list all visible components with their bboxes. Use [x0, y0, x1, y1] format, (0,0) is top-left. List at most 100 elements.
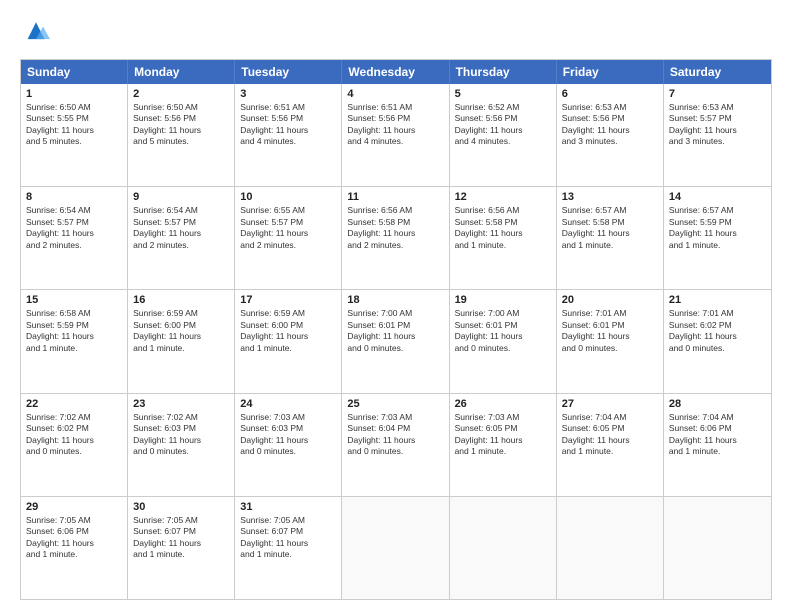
calendar-row-3: 15 Sunrise: 6:58 AMSunset: 5:59 PMDayligh…	[21, 289, 771, 392]
day-number: 11	[347, 191, 443, 203]
header-day-thursday: Thursday	[450, 60, 557, 84]
logo	[20, 16, 50, 49]
empty-cell-4-4	[450, 497, 557, 599]
day-info: Sunrise: 7:01 AMSunset: 6:02 PMDaylight:…	[669, 308, 766, 354]
logo-icon	[22, 16, 50, 44]
day-info: Sunrise: 6:54 AMSunset: 5:57 PMDaylight:…	[26, 205, 122, 251]
day-info: Sunrise: 7:05 AMSunset: 6:06 PMDaylight:…	[26, 515, 122, 561]
day-info: Sunrise: 6:53 AMSunset: 5:56 PMDaylight:…	[562, 102, 658, 148]
day-info: Sunrise: 6:58 AMSunset: 5:59 PMDaylight:…	[26, 308, 122, 354]
day-cell-14: 14 Sunrise: 6:57 AMSunset: 5:59 PMDayligh…	[664, 187, 771, 289]
day-cell-3: 3 Sunrise: 6:51 AMSunset: 5:56 PMDaylight…	[235, 84, 342, 186]
day-cell-8: 8Sunrise: 6:54 AMSunset: 5:57 PMDaylight…	[21, 187, 128, 289]
day-cell-18: 18 Sunrise: 7:00 AMSunset: 6:01 PMDayligh…	[342, 290, 449, 392]
day-info: Sunrise: 6:59 AMSunset: 6:00 PMDaylight:…	[240, 308, 336, 354]
day-cell-20: 20Sunrise: 7:01 AMSunset: 6:01 PMDayligh…	[557, 290, 664, 392]
day-info: Sunrise: 6:51 AMSunset: 5:56 PMDaylight:…	[347, 102, 443, 148]
day-number: 18	[347, 294, 443, 306]
day-number: 24	[240, 398, 336, 410]
header	[20, 16, 772, 49]
day-cell-19: 19 Sunrise: 7:00 AMSunset: 6:01 PMDayligh…	[450, 290, 557, 392]
day-info: Sunrise: 6:52 AMSunset: 5:56 PMDaylight:…	[455, 102, 551, 148]
calendar: SundayMondayTuesdayWednesdayThursdayFrid…	[20, 59, 772, 600]
day-info: Sunrise: 6:59 AMSunset: 6:00 PMDaylight:…	[133, 308, 229, 354]
day-cell-1: 1Sunrise: 6:50 AMSunset: 5:55 PMDaylight…	[21, 84, 128, 186]
day-cell-28: 28 Sunrise: 7:04 AMSunset: 6:06 PMDayligh…	[664, 394, 771, 496]
day-info: Sunrise: 6:51 AMSunset: 5:56 PMDaylight:…	[240, 102, 336, 148]
day-cell-31: 31Sunrise: 7:05 AMSunset: 6:07 PMDayligh…	[235, 497, 342, 599]
day-cell-21: 21 Sunrise: 7:01 AMSunset: 6:02 PMDayligh…	[664, 290, 771, 392]
day-info: Sunrise: 7:03 AMSunset: 6:04 PMDaylight:…	[347, 412, 443, 458]
day-cell-17: 17 Sunrise: 6:59 AMSunset: 6:00 PMDayligh…	[235, 290, 342, 392]
day-cell-23: 23Sunrise: 7:02 AMSunset: 6:03 PMDayligh…	[128, 394, 235, 496]
day-info: Sunrise: 7:00 AMSunset: 6:01 PMDaylight:…	[347, 308, 443, 354]
header-day-sunday: Sunday	[21, 60, 128, 84]
day-number: 21	[669, 294, 766, 306]
day-info: Sunrise: 6:54 AMSunset: 5:57 PMDaylight:…	[133, 205, 229, 251]
header-day-saturday: Saturday	[664, 60, 771, 84]
day-number: 27	[562, 398, 658, 410]
header-day-tuesday: Tuesday	[235, 60, 342, 84]
day-cell-5: 5 Sunrise: 6:52 AMSunset: 5:56 PMDaylight…	[450, 84, 557, 186]
day-info: Sunrise: 7:02 AMSunset: 6:03 PMDaylight:…	[133, 412, 229, 458]
day-info: Sunrise: 7:05 AMSunset: 6:07 PMDaylight:…	[240, 515, 336, 561]
day-cell-13: 13 Sunrise: 6:57 AMSunset: 5:58 PMDayligh…	[557, 187, 664, 289]
empty-cell-4-3	[342, 497, 449, 599]
day-cell-4: 4 Sunrise: 6:51 AMSunset: 5:56 PMDaylight…	[342, 84, 449, 186]
day-number: 25	[347, 398, 443, 410]
day-number: 26	[455, 398, 551, 410]
day-cell-22: 22Sunrise: 7:02 AMSunset: 6:02 PMDayligh…	[21, 394, 128, 496]
day-number: 2	[133, 88, 229, 100]
day-info: Sunrise: 6:53 AMSunset: 5:57 PMDaylight:…	[669, 102, 766, 148]
day-number: 22	[26, 398, 122, 410]
day-info: Sunrise: 6:57 AMSunset: 5:59 PMDaylight:…	[669, 205, 766, 251]
day-number: 17	[240, 294, 336, 306]
page: SundayMondayTuesdayWednesdayThursdayFrid…	[0, 0, 792, 612]
calendar-row-4: 22Sunrise: 7:02 AMSunset: 6:02 PMDayligh…	[21, 393, 771, 496]
day-info: Sunrise: 7:04 AMSunset: 6:06 PMDaylight:…	[669, 412, 766, 458]
day-number: 9	[133, 191, 229, 203]
day-number: 4	[347, 88, 443, 100]
day-number: 12	[455, 191, 551, 203]
day-info: Sunrise: 6:56 AMSunset: 5:58 PMDaylight:…	[455, 205, 551, 251]
day-number: 19	[455, 294, 551, 306]
day-number: 30	[133, 501, 229, 513]
calendar-header: SundayMondayTuesdayWednesdayThursdayFrid…	[21, 60, 771, 84]
day-cell-6: 6 Sunrise: 6:53 AMSunset: 5:56 PMDaylight…	[557, 84, 664, 186]
day-info: Sunrise: 7:03 AMSunset: 6:03 PMDaylight:…	[240, 412, 336, 458]
day-number: 20	[562, 294, 658, 306]
day-info: Sunrise: 7:04 AMSunset: 6:05 PMDaylight:…	[562, 412, 658, 458]
day-cell-27: 27 Sunrise: 7:04 AMSunset: 6:05 PMDayligh…	[557, 394, 664, 496]
header-day-wednesday: Wednesday	[342, 60, 449, 84]
day-number: 13	[562, 191, 658, 203]
day-number: 16	[133, 294, 229, 306]
day-number: 6	[562, 88, 658, 100]
day-cell-24: 24 Sunrise: 7:03 AMSunset: 6:03 PMDayligh…	[235, 394, 342, 496]
header-day-monday: Monday	[128, 60, 235, 84]
day-info: Sunrise: 6:56 AMSunset: 5:58 PMDaylight:…	[347, 205, 443, 251]
day-number: 10	[240, 191, 336, 203]
day-number: 14	[669, 191, 766, 203]
calendar-body: 1Sunrise: 6:50 AMSunset: 5:55 PMDaylight…	[21, 84, 771, 599]
day-info: Sunrise: 6:50 AMSunset: 5:55 PMDaylight:…	[26, 102, 122, 148]
calendar-row-2: 8Sunrise: 6:54 AMSunset: 5:57 PMDaylight…	[21, 186, 771, 289]
day-info: Sunrise: 7:05 AMSunset: 6:07 PMDaylight:…	[133, 515, 229, 561]
day-number: 29	[26, 501, 122, 513]
day-cell-9: 9 Sunrise: 6:54 AMSunset: 5:57 PMDaylight…	[128, 187, 235, 289]
day-cell-29: 29 Sunrise: 7:05 AMSunset: 6:06 PMDayligh…	[21, 497, 128, 599]
calendar-row-1: 1Sunrise: 6:50 AMSunset: 5:55 PMDaylight…	[21, 84, 771, 186]
day-number: 5	[455, 88, 551, 100]
day-info: Sunrise: 7:00 AMSunset: 6:01 PMDaylight:…	[455, 308, 551, 354]
day-info: Sunrise: 6:57 AMSunset: 5:58 PMDaylight:…	[562, 205, 658, 251]
day-number: 7	[669, 88, 766, 100]
day-info: Sunrise: 6:50 AMSunset: 5:56 PMDaylight:…	[133, 102, 229, 148]
day-cell-7: 7 Sunrise: 6:53 AMSunset: 5:57 PMDaylight…	[664, 84, 771, 186]
day-cell-30: 30 Sunrise: 7:05 AMSunset: 6:07 PMDayligh…	[128, 497, 235, 599]
day-number: 15	[26, 294, 122, 306]
day-cell-2: 2 Sunrise: 6:50 AMSunset: 5:56 PMDaylight…	[128, 84, 235, 186]
day-number: 3	[240, 88, 336, 100]
day-number: 28	[669, 398, 766, 410]
day-info: Sunrise: 7:03 AMSunset: 6:05 PMDaylight:…	[455, 412, 551, 458]
empty-cell-4-5	[557, 497, 664, 599]
day-cell-26: 26 Sunrise: 7:03 AMSunset: 6:05 PMDayligh…	[450, 394, 557, 496]
